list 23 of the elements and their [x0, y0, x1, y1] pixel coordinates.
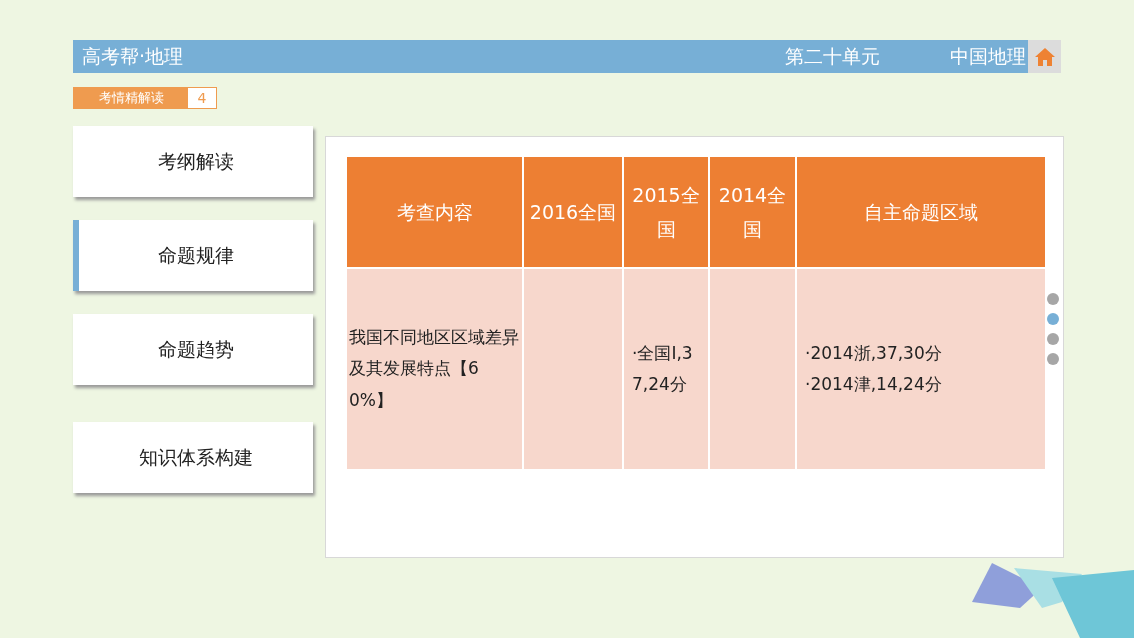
page-number: 4: [188, 88, 216, 108]
sidebar-item[interactable]: 命题趋势: [73, 314, 313, 385]
column-header: 考查内容: [347, 157, 523, 268]
sidebar-item[interactable]: 命题规律: [73, 220, 313, 291]
page-dot[interactable]: [1047, 353, 1059, 365]
page-dot[interactable]: [1047, 293, 1059, 305]
page-dot[interactable]: [1047, 333, 1059, 345]
course-title: 高考帮·地理: [82, 43, 185, 69]
column-header: 自主命题区域: [796, 157, 1046, 268]
section-label: 考情精解读: [74, 88, 188, 108]
table-cell: ·2014浙,37,30分 ·2014津,14,24分: [796, 268, 1046, 469]
table-cell: 我国不同地区区域差异及其发展特点【60%】: [347, 268, 523, 469]
column-header: 2015全国: [623, 157, 709, 268]
subject-label: 中国地理: [950, 43, 1027, 69]
unit-label: 第二十单元: [785, 43, 881, 69]
sidebar-item[interactable]: 知识体系构建: [73, 422, 313, 493]
table-cell: ·全国Ⅰ,37,24分: [623, 268, 709, 469]
page-dot[interactable]: [1047, 313, 1059, 325]
column-header: 2016全国: [523, 157, 623, 268]
home-icon: [1033, 46, 1056, 67]
column-header: 2014全国: [709, 157, 796, 268]
sidebar-item[interactable]: 考纲解读: [73, 126, 313, 197]
home-button[interactable]: [1028, 40, 1061, 73]
